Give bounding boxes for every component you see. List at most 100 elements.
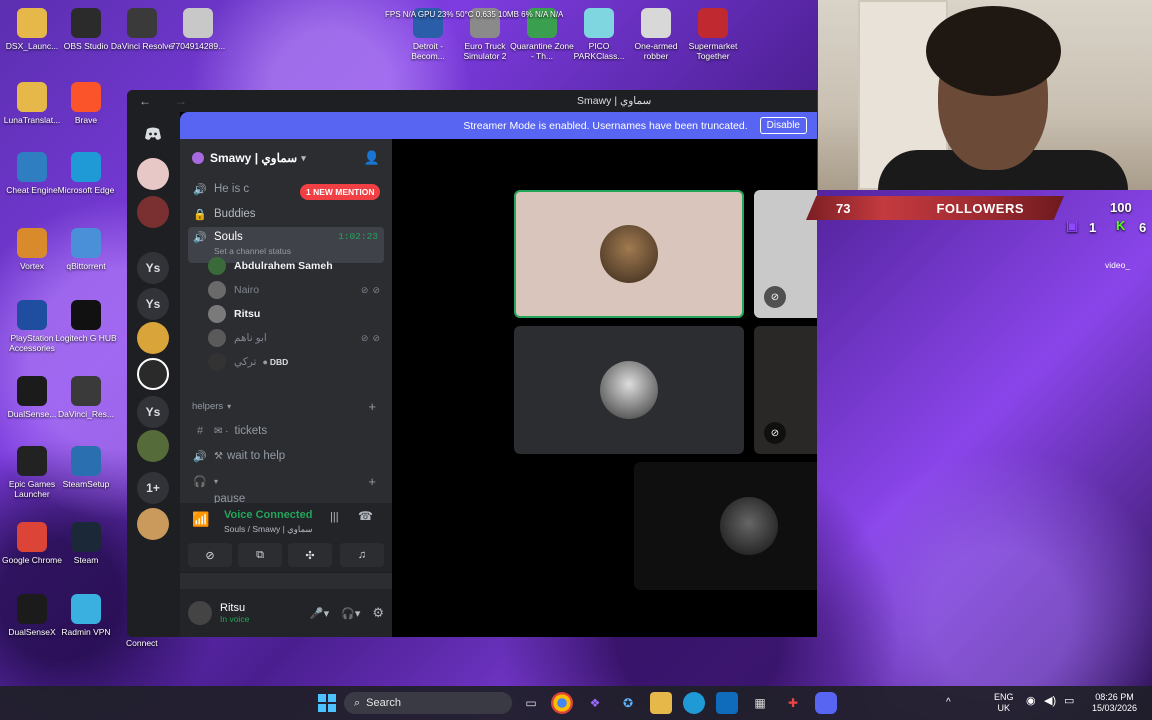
app-icon[interactable]: ✚	[782, 692, 804, 714]
avatar	[208, 353, 226, 371]
followers-label: FOLLOWERS	[936, 200, 1024, 216]
task-view-icon[interactable]: ▭	[520, 692, 542, 714]
soundboard-button[interactable]: ♫	[340, 543, 384, 567]
battery-icon[interactable]: ▭	[1064, 696, 1074, 707]
video-tile-1[interactable]	[514, 190, 744, 318]
store-icon[interactable]: ▦	[749, 692, 771, 714]
microphone-icon[interactable]: 🎤▾	[310, 607, 329, 620]
desktop-icon[interactable]: Steam	[54, 522, 118, 565]
cheat-engine-icon	[17, 152, 47, 182]
desktop-icon[interactable]: qBittorrent	[54, 228, 118, 271]
discord-taskbar-icon[interactable]	[815, 692, 837, 714]
chrome-icon[interactable]	[551, 692, 573, 714]
windows-start-icon[interactable]	[316, 692, 338, 714]
chevron-up-icon[interactable]: ^	[946, 697, 951, 708]
outlook-icon[interactable]	[716, 692, 738, 714]
disconnect-icon[interactable]: ☎	[358, 509, 373, 523]
disable-streamer-button[interactable]: Disable	[759, 117, 807, 134]
desktop-icon[interactable]: Logitech G HUB	[54, 300, 118, 343]
file-explorer-icon[interactable]	[650, 692, 672, 714]
dualsensex-icon	[17, 594, 47, 624]
voice-connected-panel: 📶 Voice Connected Souls / Smawy | سماوي …	[180, 503, 392, 573]
davinci-icon	[127, 8, 157, 38]
desktop-icon[interactable]: 7704914289...	[166, 8, 230, 51]
channel-tickets[interactable]: # ✉ · tickets	[188, 419, 384, 443]
voice-member[interactable]: Nairo ⊘⊘	[208, 279, 384, 301]
edge-icon[interactable]	[683, 692, 705, 714]
wifi-icon[interactable]: ◉	[1026, 696, 1036, 707]
muted-deafened-icons: ⊘⊘	[360, 332, 384, 343]
add-channel-icon[interactable]: +	[368, 474, 376, 489]
server-icon-1[interactable]	[137, 158, 169, 190]
radmin-icon	[71, 594, 101, 624]
cheat-engine-icon[interactable]: ✪	[617, 692, 639, 714]
video-tile-4[interactable]: ⊘	[754, 326, 817, 454]
server-icon-5[interactable]	[137, 430, 169, 462]
server-icon-2[interactable]	[137, 196, 169, 228]
volume-icon[interactable]: ◀)	[1044, 696, 1056, 707]
voice-member[interactable]: Abdulrahem Sameh	[208, 255, 384, 277]
desktop-icon[interactable]: Radmin VPN	[54, 594, 118, 637]
gear-icon[interactable]: ⚙	[372, 605, 384, 621]
language-indicator[interactable]: ENG UK	[994, 692, 1014, 714]
avatar	[208, 257, 226, 275]
obs-icon	[71, 8, 101, 38]
game-icon: ●	[262, 357, 268, 367]
voice-status: Voice Connected	[224, 509, 313, 521]
video-tile-2[interactable]: ⊘	[754, 190, 817, 318]
channel-buddies[interactable]: 🔒 Buddies	[188, 202, 384, 226]
desktop-icon[interactable]: Microsoft Edge	[54, 152, 118, 195]
steam-setup-icon	[71, 446, 101, 476]
activities-button[interactable]: ✣	[288, 543, 332, 567]
hashtag-icon: #	[196, 425, 204, 437]
video-tile-5[interactable]	[634, 462, 817, 590]
server-icon-3[interactable]	[137, 322, 169, 354]
server-icon-4[interactable]	[137, 358, 169, 390]
taskbar-search[interactable]: ⌕ Search	[344, 692, 512, 714]
desktop-icon[interactable]: PICO PARKClass...	[567, 8, 631, 61]
server-icon-ys-3[interactable]: Ys	[137, 396, 169, 428]
noise-suppression-icon[interactable]: |||	[330, 511, 339, 523]
desktop-icon[interactable]: DaVinci Resolve	[110, 8, 174, 51]
lock-icon: 🔒	[193, 208, 207, 221]
clock[interactable]: 08:26 PM 15/03/2026	[1092, 692, 1137, 714]
voice-member[interactable]: Ritsu	[208, 303, 384, 325]
discord-home-icon[interactable]	[137, 118, 169, 150]
signal-icon[interactable]: 📶	[192, 511, 209, 528]
channel-wait-to-help[interactable]: 🔊 ⚒ wait to help	[188, 444, 384, 468]
desktop-icon[interactable]: DaVinci_Res...	[54, 376, 118, 419]
server-icon-ys-2[interactable]: Ys	[137, 288, 169, 320]
voice-location[interactable]: Souls / Smawy | سماوي	[224, 524, 313, 535]
deafened-icon: ⊘	[764, 286, 786, 308]
voice-member[interactable]: تركي ● DBD	[208, 351, 384, 373]
video-tile-3[interactable]	[514, 326, 744, 454]
stat-top-right: 100	[1110, 200, 1132, 215]
screen-share-button[interactable]: ⧉	[238, 543, 282, 567]
server-icon-ys-1[interactable]: Ys	[137, 252, 169, 284]
desktop-icon[interactable]: Supermarket Together	[681, 8, 745, 61]
copilot-icon[interactable]: ❖	[584, 692, 606, 714]
voice-member[interactable]: ابو ناهم ⊘⊘	[208, 327, 384, 349]
avatar[interactable]	[188, 601, 212, 625]
desktop-icon[interactable]: One-armed robber	[624, 8, 688, 61]
avatar	[208, 305, 226, 323]
steam-icon	[71, 522, 101, 552]
headphones-icon[interactable]: 🎧▾	[341, 607, 360, 620]
new-mention-pill[interactable]: 1 NEW MENTION	[300, 184, 381, 200]
invite-people-icon[interactable]: 👤	[364, 150, 380, 166]
back-arrow-icon[interactable]: ←	[139, 94, 163, 108]
add-channel-icon[interactable]: +	[368, 399, 376, 414]
desktop-icon[interactable]: SteamSetup	[54, 446, 118, 489]
desktop-icon[interactable]: Brave	[54, 82, 118, 125]
folder-icon	[17, 8, 47, 38]
server-icon-6[interactable]	[137, 508, 169, 540]
logitech-icon	[71, 300, 101, 330]
camera-off-button[interactable]: ⊘	[188, 543, 232, 567]
server-icon-plus[interactable]: 1+	[137, 472, 169, 504]
category-helpers[interactable]: helpers ▾ +	[188, 397, 384, 415]
category-headphones[interactable]: 🎧 ▾ +	[188, 472, 384, 490]
forward-arrow-icon[interactable]: →	[175, 94, 199, 108]
edge-icon	[71, 152, 101, 182]
server-header[interactable]: Smawy | سماوي ▾ 👤	[180, 139, 392, 177]
desktop-icon[interactable]: OBS Studio	[54, 8, 118, 51]
